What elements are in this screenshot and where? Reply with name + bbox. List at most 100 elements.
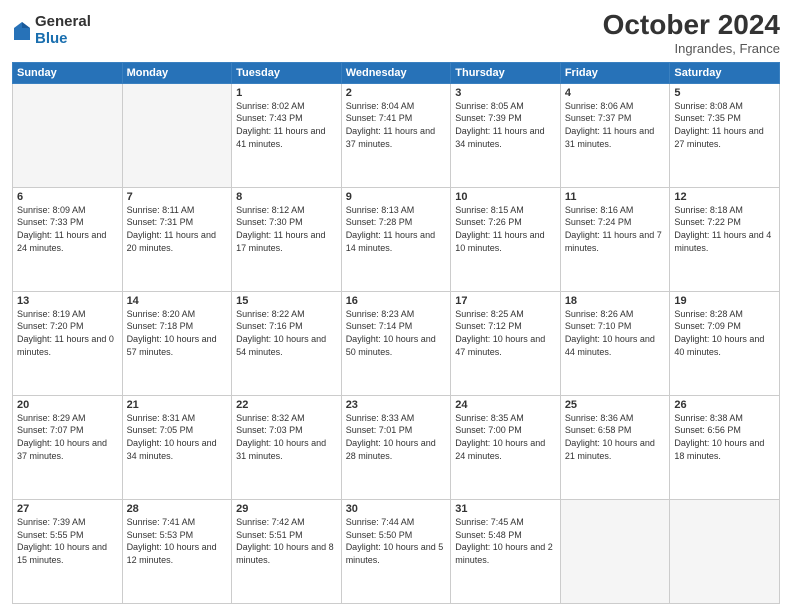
- day-number: 20: [17, 399, 118, 411]
- day-info: Sunrise: 8:32 AM Sunset: 7:03 PM Dayligh…: [236, 412, 337, 462]
- calendar-cell: 25Sunrise: 8:36 AM Sunset: 6:58 PM Dayli…: [560, 395, 670, 499]
- day-info: Sunrise: 8:23 AM Sunset: 7:14 PM Dayligh…: [346, 308, 447, 358]
- calendar-cell: 14Sunrise: 8:20 AM Sunset: 7:18 PM Dayli…: [122, 291, 232, 395]
- day-number: 14: [127, 295, 228, 307]
- calendar-cell: 19Sunrise: 8:28 AM Sunset: 7:09 PM Dayli…: [670, 291, 780, 395]
- logo-blue: Blue: [35, 31, 91, 48]
- calendar-cell: 23Sunrise: 8:33 AM Sunset: 7:01 PM Dayli…: [341, 395, 451, 499]
- calendar-cell: 13Sunrise: 8:19 AM Sunset: 7:20 PM Dayli…: [13, 291, 123, 395]
- day-info: Sunrise: 8:08 AM Sunset: 7:35 PM Dayligh…: [674, 100, 775, 150]
- day-info: Sunrise: 8:26 AM Sunset: 7:10 PM Dayligh…: [565, 308, 666, 358]
- day-number: 30: [346, 503, 447, 515]
- day-number: 7: [127, 191, 228, 203]
- day-info: Sunrise: 7:42 AM Sunset: 5:51 PM Dayligh…: [236, 516, 337, 566]
- day-number: 17: [455, 295, 556, 307]
- day-info: Sunrise: 8:29 AM Sunset: 7:07 PM Dayligh…: [17, 412, 118, 462]
- day-info: Sunrise: 8:20 AM Sunset: 7:18 PM Dayligh…: [127, 308, 228, 358]
- weekday-header-sunday: Sunday: [13, 62, 123, 83]
- day-number: 13: [17, 295, 118, 307]
- day-number: 5: [674, 87, 775, 99]
- calendar-cell: [13, 83, 123, 187]
- calendar-cell: 21Sunrise: 8:31 AM Sunset: 7:05 PM Dayli…: [122, 395, 232, 499]
- day-info: Sunrise: 8:35 AM Sunset: 7:00 PM Dayligh…: [455, 412, 556, 462]
- calendar: SundayMondayTuesdayWednesdayThursdayFrid…: [12, 62, 780, 604]
- day-number: 19: [674, 295, 775, 307]
- day-info: Sunrise: 7:41 AM Sunset: 5:53 PM Dayligh…: [127, 516, 228, 566]
- calendar-cell: 15Sunrise: 8:22 AM Sunset: 7:16 PM Dayli…: [232, 291, 342, 395]
- day-info: Sunrise: 8:09 AM Sunset: 7:33 PM Dayligh…: [17, 204, 118, 254]
- weekday-header-tuesday: Tuesday: [232, 62, 342, 83]
- logo-text: General Blue: [35, 14, 91, 47]
- calendar-cell: 4Sunrise: 8:06 AM Sunset: 7:37 PM Daylig…: [560, 83, 670, 187]
- logo: General Blue: [12, 14, 91, 47]
- day-number: 9: [346, 191, 447, 203]
- day-number: 29: [236, 503, 337, 515]
- day-number: 4: [565, 87, 666, 99]
- weekday-header-friday: Friday: [560, 62, 670, 83]
- calendar-cell: 27Sunrise: 7:39 AM Sunset: 5:55 PM Dayli…: [13, 499, 123, 603]
- month-title: October 2024: [603, 10, 780, 41]
- day-info: Sunrise: 8:36 AM Sunset: 6:58 PM Dayligh…: [565, 412, 666, 462]
- day-info: Sunrise: 8:12 AM Sunset: 7:30 PM Dayligh…: [236, 204, 337, 254]
- weekday-header-monday: Monday: [122, 62, 232, 83]
- calendar-cell: 1Sunrise: 8:02 AM Sunset: 7:43 PM Daylig…: [232, 83, 342, 187]
- day-number: 22: [236, 399, 337, 411]
- day-number: 11: [565, 191, 666, 203]
- calendar-week-4: 20Sunrise: 8:29 AM Sunset: 7:07 PM Dayli…: [13, 395, 780, 499]
- day-info: Sunrise: 8:06 AM Sunset: 7:37 PM Dayligh…: [565, 100, 666, 150]
- day-info: Sunrise: 8:02 AM Sunset: 7:43 PM Dayligh…: [236, 100, 337, 150]
- location: Ingrandes, France: [603, 41, 780, 56]
- day-info: Sunrise: 7:44 AM Sunset: 5:50 PM Dayligh…: [346, 516, 447, 566]
- day-info: Sunrise: 7:39 AM Sunset: 5:55 PM Dayligh…: [17, 516, 118, 566]
- day-info: Sunrise: 8:13 AM Sunset: 7:28 PM Dayligh…: [346, 204, 447, 254]
- calendar-cell: [122, 83, 232, 187]
- day-number: 10: [455, 191, 556, 203]
- day-number: 1: [236, 87, 337, 99]
- day-number: 15: [236, 295, 337, 307]
- calendar-cell: 26Sunrise: 8:38 AM Sunset: 6:56 PM Dayli…: [670, 395, 780, 499]
- day-info: Sunrise: 8:28 AM Sunset: 7:09 PM Dayligh…: [674, 308, 775, 358]
- day-number: 24: [455, 399, 556, 411]
- calendar-cell: 11Sunrise: 8:16 AM Sunset: 7:24 PM Dayli…: [560, 187, 670, 291]
- calendar-cell: 28Sunrise: 7:41 AM Sunset: 5:53 PM Dayli…: [122, 499, 232, 603]
- calendar-cell: 2Sunrise: 8:04 AM Sunset: 7:41 PM Daylig…: [341, 83, 451, 187]
- calendar-cell: 29Sunrise: 7:42 AM Sunset: 5:51 PM Dayli…: [232, 499, 342, 603]
- day-number: 6: [17, 191, 118, 203]
- day-number: 2: [346, 87, 447, 99]
- day-number: 27: [17, 503, 118, 515]
- calendar-cell: 22Sunrise: 8:32 AM Sunset: 7:03 PM Dayli…: [232, 395, 342, 499]
- calendar-week-1: 1Sunrise: 8:02 AM Sunset: 7:43 PM Daylig…: [13, 83, 780, 187]
- calendar-cell: 7Sunrise: 8:11 AM Sunset: 7:31 PM Daylig…: [122, 187, 232, 291]
- calendar-body: 1Sunrise: 8:02 AM Sunset: 7:43 PM Daylig…: [13, 83, 780, 603]
- day-info: Sunrise: 8:05 AM Sunset: 7:39 PM Dayligh…: [455, 100, 556, 150]
- day-number: 21: [127, 399, 228, 411]
- day-info: Sunrise: 8:33 AM Sunset: 7:01 PM Dayligh…: [346, 412, 447, 462]
- day-info: Sunrise: 8:15 AM Sunset: 7:26 PM Dayligh…: [455, 204, 556, 254]
- calendar-cell: 30Sunrise: 7:44 AM Sunset: 5:50 PM Dayli…: [341, 499, 451, 603]
- calendar-cell: [670, 499, 780, 603]
- day-number: 8: [236, 191, 337, 203]
- calendar-cell: 3Sunrise: 8:05 AM Sunset: 7:39 PM Daylig…: [451, 83, 561, 187]
- header: General Blue October 2024 Ingrandes, Fra…: [12, 10, 780, 56]
- logo-general: General: [35, 14, 91, 31]
- day-number: 16: [346, 295, 447, 307]
- calendar-cell: 6Sunrise: 8:09 AM Sunset: 7:33 PM Daylig…: [13, 187, 123, 291]
- calendar-cell: 18Sunrise: 8:26 AM Sunset: 7:10 PM Dayli…: [560, 291, 670, 395]
- day-number: 25: [565, 399, 666, 411]
- day-info: Sunrise: 8:04 AM Sunset: 7:41 PM Dayligh…: [346, 100, 447, 150]
- calendar-cell: 5Sunrise: 8:08 AM Sunset: 7:35 PM Daylig…: [670, 83, 780, 187]
- calendar-week-5: 27Sunrise: 7:39 AM Sunset: 5:55 PM Dayli…: [13, 499, 780, 603]
- day-info: Sunrise: 8:31 AM Sunset: 7:05 PM Dayligh…: [127, 412, 228, 462]
- weekday-header-saturday: Saturday: [670, 62, 780, 83]
- day-info: Sunrise: 8:38 AM Sunset: 6:56 PM Dayligh…: [674, 412, 775, 462]
- logo-icon: [12, 20, 32, 42]
- day-info: Sunrise: 8:11 AM Sunset: 7:31 PM Dayligh…: [127, 204, 228, 254]
- calendar-cell: 12Sunrise: 8:18 AM Sunset: 7:22 PM Dayli…: [670, 187, 780, 291]
- weekday-header-wednesday: Wednesday: [341, 62, 451, 83]
- day-info: Sunrise: 8:25 AM Sunset: 7:12 PM Dayligh…: [455, 308, 556, 358]
- day-number: 12: [674, 191, 775, 203]
- calendar-cell: 17Sunrise: 8:25 AM Sunset: 7:12 PM Dayli…: [451, 291, 561, 395]
- calendar-cell: 31Sunrise: 7:45 AM Sunset: 5:48 PM Dayli…: [451, 499, 561, 603]
- day-number: 3: [455, 87, 556, 99]
- calendar-cell: 10Sunrise: 8:15 AM Sunset: 7:26 PM Dayli…: [451, 187, 561, 291]
